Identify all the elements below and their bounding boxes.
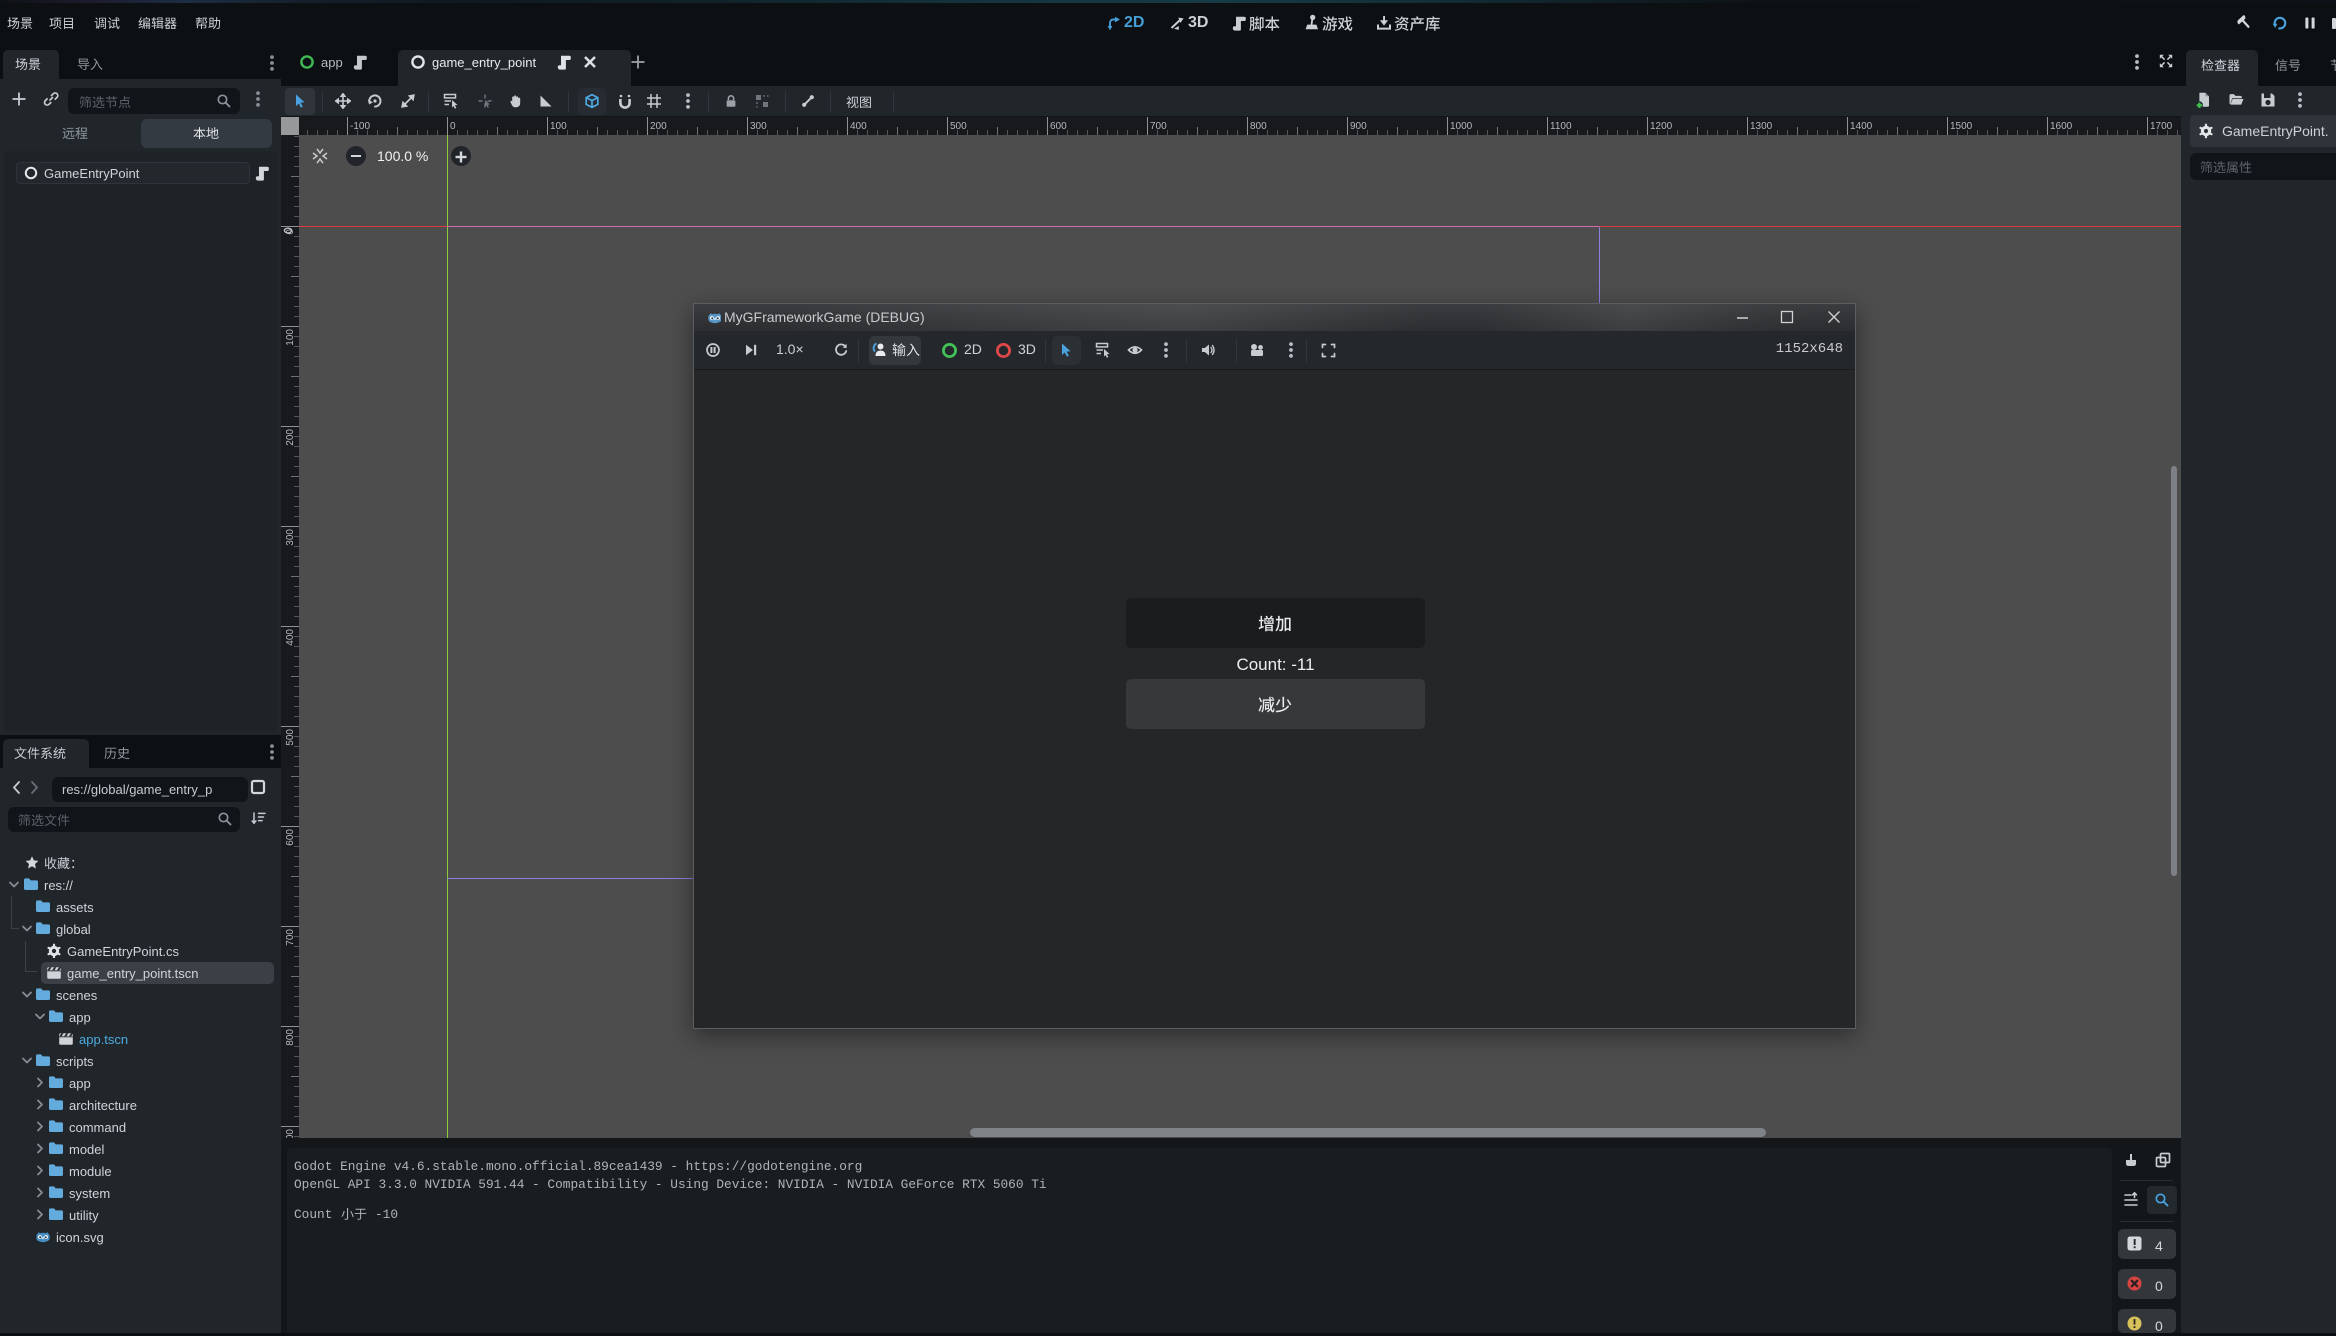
svg-text:100: 100	[550, 121, 567, 132]
svg-text:100: 100	[285, 329, 296, 346]
svg-text:200: 200	[285, 429, 296, 446]
svg-text:500: 500	[950, 121, 967, 132]
svg-text:1600: 1600	[2050, 121, 2073, 132]
svg-text:700: 700	[285, 929, 296, 946]
svg-text:0: 0	[450, 121, 456, 132]
svg-text:1400: 1400	[1850, 121, 1873, 132]
svg-text:400: 400	[285, 629, 296, 646]
svg-text:1100: 1100	[1550, 121, 1572, 132]
svg-text:700: 700	[1150, 121, 1167, 132]
svg-text:600: 600	[1050, 121, 1067, 132]
svg-text:500: 500	[285, 729, 296, 746]
svg-text:800: 800	[285, 1029, 296, 1046]
svg-text:300: 300	[285, 529, 296, 546]
svg-text:800: 800	[1250, 121, 1267, 132]
svg-text:400: 400	[850, 121, 867, 132]
svg-text:900: 900	[285, 1129, 296, 1138]
svg-text:200: 200	[650, 121, 667, 132]
svg-text:300: 300	[750, 121, 767, 132]
svg-text:1000: 1000	[1450, 121, 1473, 132]
svg-text:1500: 1500	[1950, 121, 1973, 132]
svg-text:600: 600	[285, 829, 296, 846]
svg-text:-100: -100	[350, 121, 370, 132]
svg-text:1700: 1700	[2150, 121, 2173, 132]
svg-text:1300: 1300	[1750, 121, 1773, 132]
svg-text:1200: 1200	[1650, 121, 1673, 132]
svg-text:900: 900	[1350, 121, 1367, 132]
